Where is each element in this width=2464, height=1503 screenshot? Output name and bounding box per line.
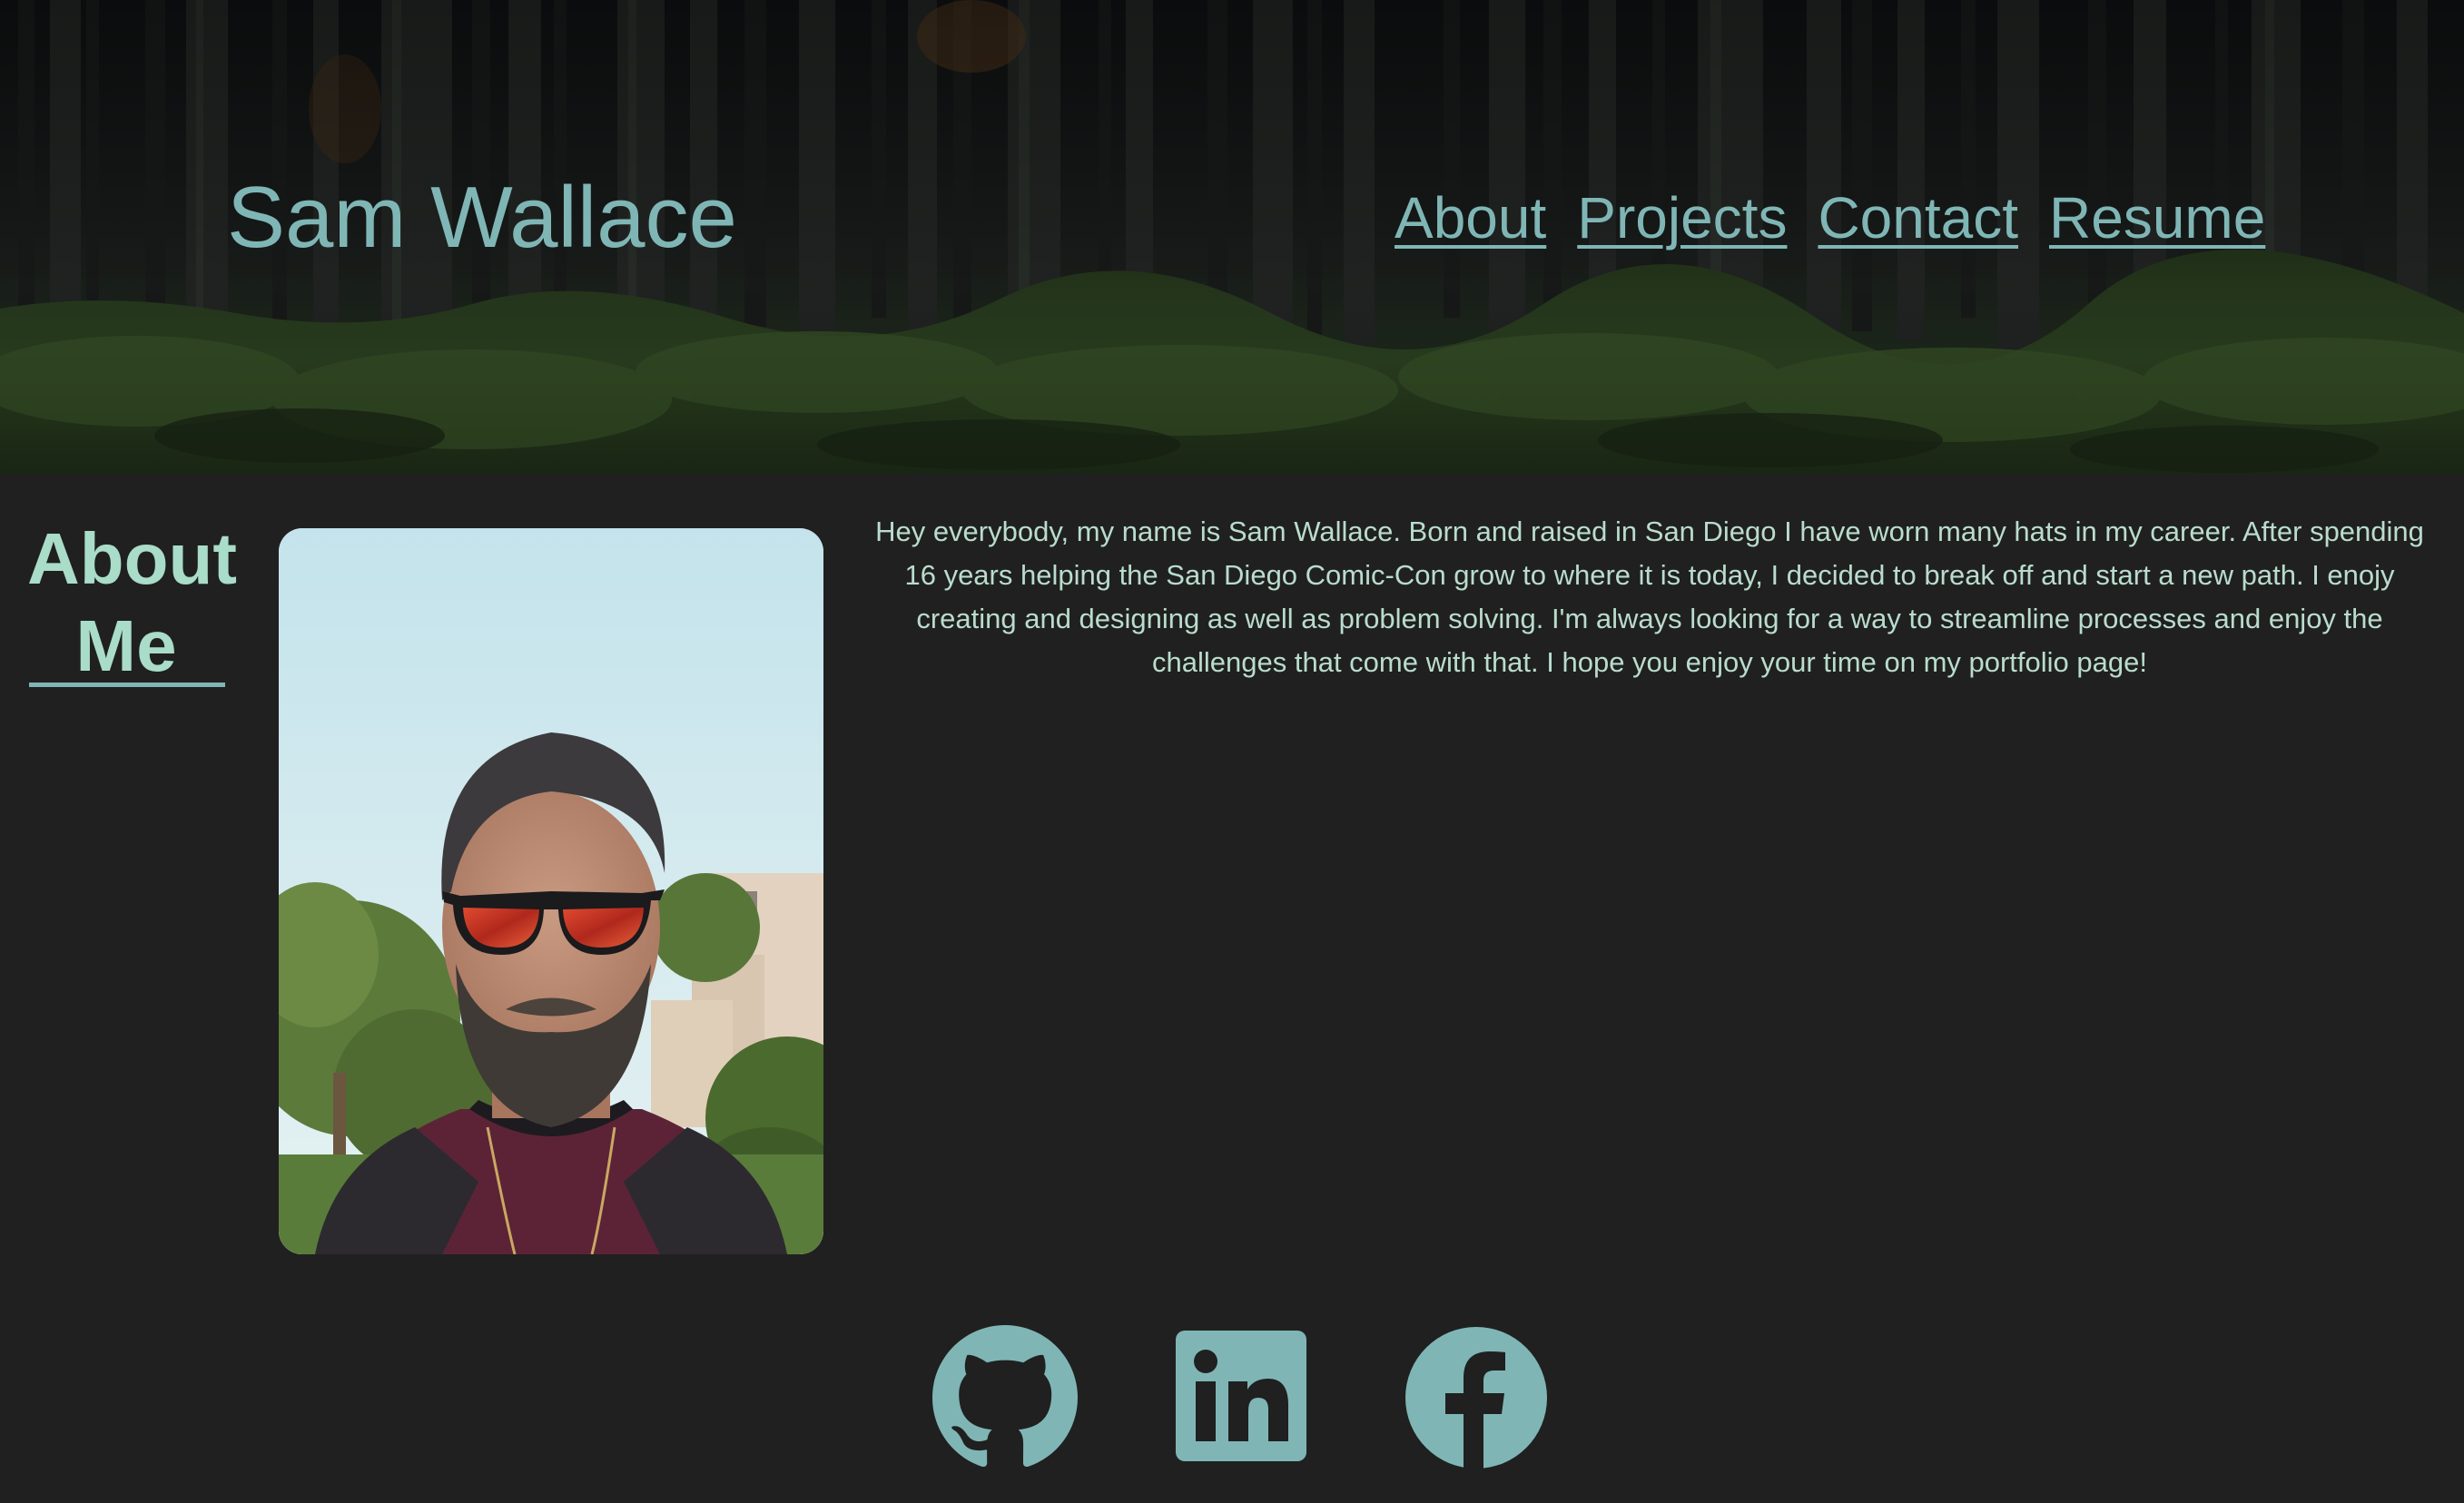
linkedin-icon: [1176, 1331, 1306, 1461]
nav-link-about[interactable]: About: [1395, 182, 1546, 254]
main-nav: About Projects Contact Resume: [1395, 182, 2265, 254]
bio-text: Hey everybody, my name is Sam Wallace. B…: [875, 516, 2424, 678]
site-title[interactable]: Sam Wallace: [227, 168, 737, 268]
linkedin-link[interactable]: [1176, 1331, 1306, 1476]
profile-photo: [279, 528, 823, 1254]
hero-header: Sam Wallace About Projects Contact Resum…: [0, 0, 2464, 474]
about-heading-line1: About: [27, 518, 238, 599]
facebook-icon: [1405, 1327, 1547, 1469]
nav-link-contact[interactable]: Contact: [1818, 182, 2018, 254]
portfolio-page: Sam Wallace About Projects Contact Resum…: [0, 0, 2464, 1503]
heading-underline: [29, 683, 225, 687]
nav-link-projects[interactable]: Projects: [1577, 182, 1787, 254]
github-icon: [932, 1325, 1078, 1468]
nav-link-resume[interactable]: Resume: [2049, 182, 2265, 254]
facebook-link[interactable]: [1404, 1325, 1549, 1470]
about-heading-line2: Me: [75, 605, 177, 686]
about-heading: About Me: [27, 516, 238, 690]
github-link[interactable]: [932, 1325, 1078, 1470]
